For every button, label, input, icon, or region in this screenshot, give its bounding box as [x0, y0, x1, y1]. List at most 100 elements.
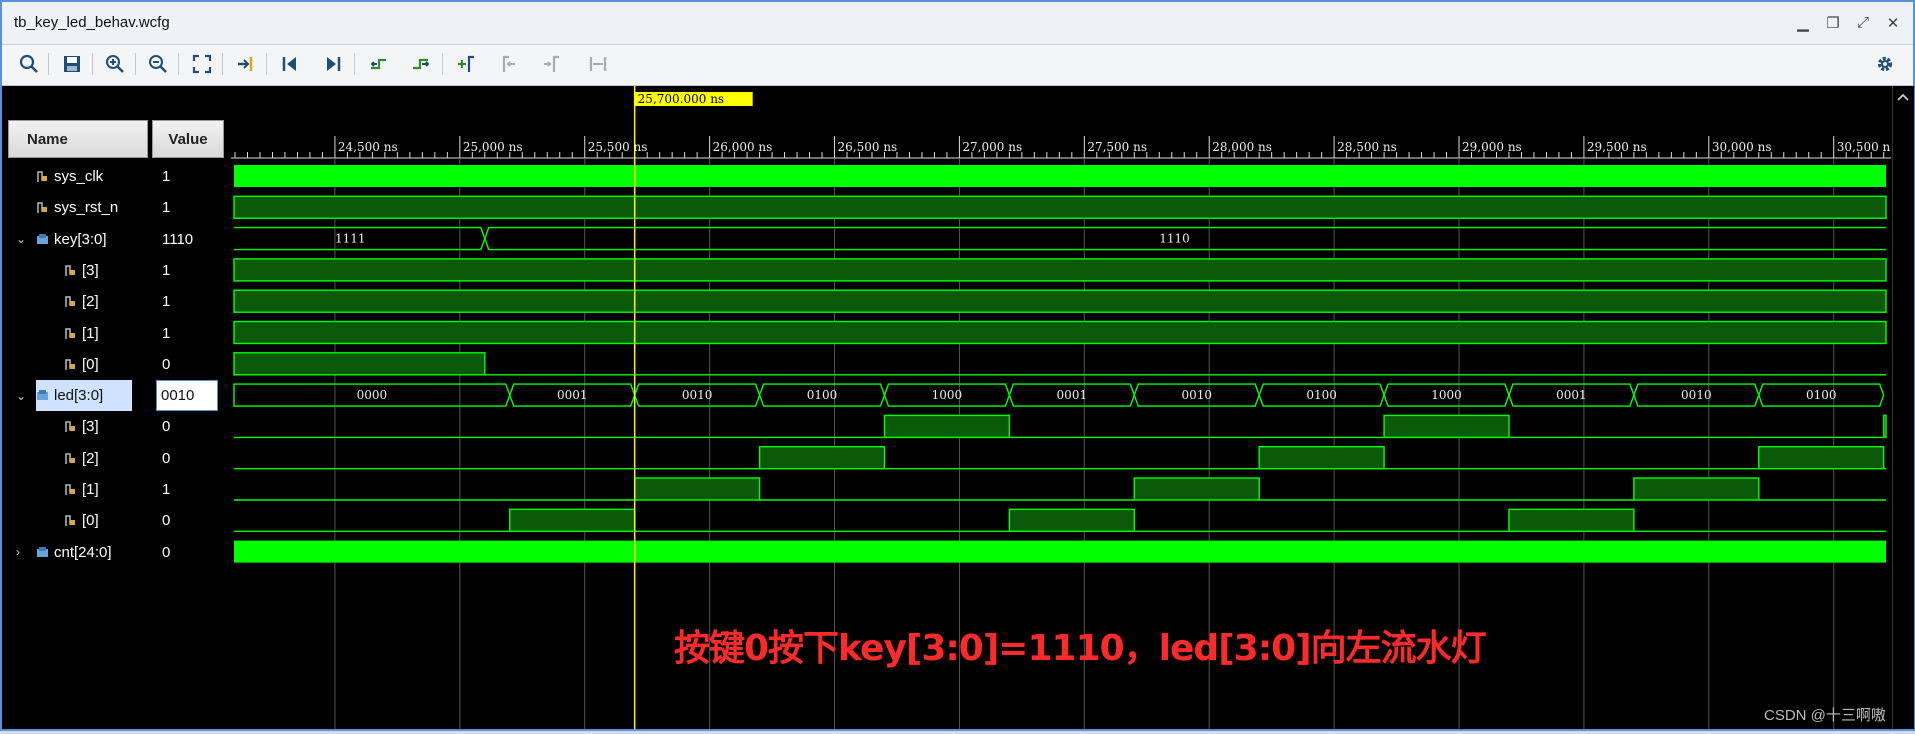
ruler-tick-label: 29,000 ns — [1462, 140, 1522, 154]
signal-row[interactable]: sys_clk — [2, 161, 150, 192]
ruler-tick-label: 27,500 ns — [1087, 140, 1147, 154]
signal-row[interactable]: ⌄ key[3:0] — [2, 224, 150, 255]
scroll-up-icon[interactable] — [1893, 88, 1913, 108]
led1-wave — [1633, 477, 1760, 501]
signal-row[interactable]: [3] — [2, 411, 150, 442]
bit-signal-icon — [36, 201, 49, 214]
previous-marker-icon[interactable] — [496, 51, 522, 77]
key0-wave — [233, 352, 486, 376]
ruler-tick-label: 28,000 ns — [1212, 140, 1272, 154]
annotation-text: 按键0按下key[3:0]=1110，led[3:0]向左流水灯 — [674, 628, 1487, 669]
waveform-window: tb_key_led_behav.wcfg ▁ ❐ ⤢ ✕ Name sys_c… — [0, 0, 1915, 731]
signal-value: 1 — [162, 261, 171, 279]
key-bus-value: 1110 — [1159, 232, 1190, 246]
bit-signal-icon — [36, 170, 49, 183]
key3-wave — [233, 258, 1887, 282]
next-marker-icon[interactable] — [539, 51, 565, 77]
led-bus-value: 0000 — [357, 388, 388, 402]
signal-name-label: [2] — [82, 449, 99, 467]
zoom-out-icon[interactable] — [145, 51, 171, 77]
led0-wave — [509, 508, 636, 532]
go-to-time-zero-icon[interactable] — [277, 51, 303, 77]
signal-row[interactable]: [0] — [2, 505, 150, 536]
led2-wave — [758, 446, 886, 470]
ruler-tick-label: 30,500 ns — [1837, 140, 1891, 154]
signal-name-label: [1] — [82, 324, 99, 342]
chevron-right-icon[interactable]: › — [16, 545, 20, 559]
key-bus-value: 1111 — [335, 232, 366, 246]
bit-signal-icon — [64, 514, 77, 527]
led-bus-value: 0100 — [1806, 388, 1837, 402]
signal-row[interactable]: sys_rst_n — [2, 192, 150, 223]
led3-wave — [1383, 414, 1510, 439]
signal-row[interactable]: [0] — [2, 349, 150, 380]
led-bus-value: 0010 — [1681, 388, 1712, 402]
led1-wave — [633, 477, 761, 501]
led-bus-value: 0100 — [1306, 388, 1337, 402]
signal-value-panel: Value 1 1 1110 1 1 1 0 0010 0 0 1 0 0 — [152, 86, 224, 729]
zoom-in-icon[interactable] — [102, 51, 128, 77]
settings-icon[interactable] — [1872, 51, 1898, 77]
name-column-header[interactable]: Name — [8, 120, 148, 158]
restore-icon[interactable]: ❐ — [1825, 14, 1841, 32]
signal-name-label: led[3:0] — [54, 387, 104, 405]
title-bar: tb_key_led_behav.wcfg ▁ ❐ ⤢ ✕ — [2, 2, 1913, 45]
ruler-tick-label: 28,500 ns — [1337, 140, 1397, 154]
signal-name-label: [0] — [82, 355, 99, 373]
add-marker-icon[interactable] — [453, 51, 479, 77]
zoom-fit-icon[interactable] — [189, 51, 215, 77]
signal-value: 0 — [162, 355, 171, 373]
value-column-header[interactable]: Value — [152, 120, 224, 158]
led3-wave — [883, 414, 1011, 439]
signal-name-label: [3] — [82, 261, 99, 279]
signal-row[interactable]: [3] — [2, 255, 150, 286]
led2-wave — [1258, 446, 1385, 470]
cnt-bus-wave — [234, 540, 1886, 563]
toolbar — [2, 45, 1913, 86]
ruler-tick-label: 26,000 ns — [713, 140, 773, 154]
swap-cursors-icon[interactable] — [585, 51, 611, 77]
go-to-cursor-icon[interactable] — [233, 51, 259, 77]
maximize-icon[interactable]: ⤢ — [1855, 14, 1871, 32]
led3-wave — [1882, 414, 1887, 439]
signal-row[interactable]: [1] — [2, 474, 150, 505]
ruler-tick-label: 29,500 ns — [1587, 140, 1647, 154]
bit-signal-icon — [64, 420, 77, 433]
signal-row[interactable]: [1] — [2, 318, 150, 349]
signal-name-label: [3] — [82, 418, 99, 436]
save-icon[interactable] — [59, 51, 85, 77]
led0-wave — [1508, 508, 1635, 532]
bit-signal-icon — [64, 452, 77, 465]
signal-row[interactable]: › cnt[24:0] — [2, 537, 150, 568]
chevron-down-icon[interactable]: ⌄ — [16, 232, 26, 246]
led-bus-value: 0100 — [807, 388, 838, 402]
sys-clk-wave — [234, 165, 1886, 187]
signal-row[interactable]: ⌄ led[3:0] — [16, 380, 132, 412]
signal-value: 0 — [162, 449, 171, 467]
ruler-tick-label: 25,000 ns — [463, 140, 523, 154]
signal-value: 0 — [162, 512, 171, 530]
go-to-last-time-icon[interactable] — [320, 51, 346, 77]
signal-name-label: [0] — [82, 512, 99, 530]
signal-row[interactable]: [2] — [2, 443, 150, 474]
window-title: tb_key_led_behav.wcfg — [14, 14, 170, 31]
minimize-icon[interactable]: ▁ — [1795, 14, 1811, 32]
led0-wave — [1008, 508, 1135, 532]
search-icon[interactable] — [16, 51, 42, 77]
ruler-tick-label: 25,500 ns — [588, 140, 648, 154]
led-bus-value: 0010 — [1181, 388, 1212, 402]
signal-row[interactable]: [2] — [2, 286, 150, 317]
chevron-down-icon[interactable]: ⌄ — [16, 389, 26, 403]
ruler-tick-label: 30,000 ns — [1712, 140, 1772, 154]
led-bus-value: 1000 — [1431, 388, 1462, 402]
close-icon[interactable]: ✕ — [1885, 14, 1901, 32]
ruler-tick-label: 27,000 ns — [962, 140, 1022, 154]
previous-transition-icon[interactable] — [365, 51, 391, 77]
vertical-scrollbar[interactable] — [1892, 86, 1914, 729]
bit-signal-icon — [64, 264, 77, 277]
bus-signal-icon — [36, 546, 49, 559]
cursor-time-label: 25,700.000 ns — [638, 92, 724, 106]
next-transition-icon[interactable] — [408, 51, 434, 77]
led-bus-value: 1000 — [932, 388, 963, 402]
key1-wave — [233, 320, 1887, 345]
